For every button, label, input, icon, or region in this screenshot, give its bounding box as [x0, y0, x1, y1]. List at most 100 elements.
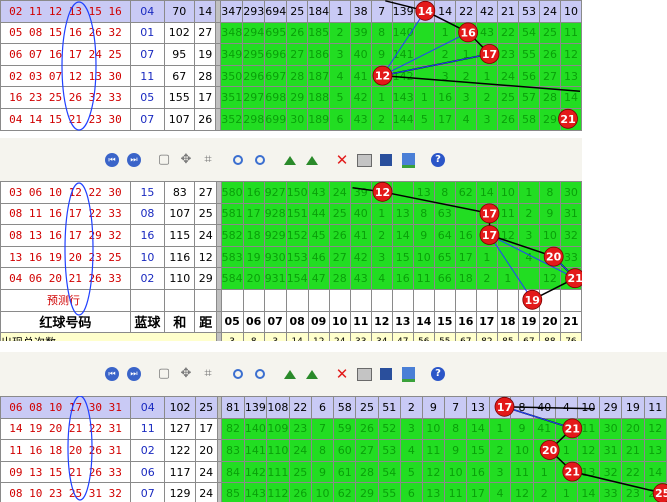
blue-number: 04 — [130, 396, 166, 419]
trend-cell: 9 — [444, 439, 468, 462]
trend-cell: 108 — [266, 396, 290, 419]
trend-cell: 186 — [307, 43, 331, 66]
trend-cell: 12 — [496, 224, 519, 247]
trend-cell: 28 — [355, 460, 379, 484]
print-icon[interactable] — [356, 366, 372, 382]
print-icon[interactable] — [356, 152, 372, 168]
trend-cell: 22 — [455, 0, 478, 23]
red-numbers: 09 13 15 21 26 33 — [0, 460, 132, 484]
trend-cell: 10 — [421, 417, 446, 441]
move-icon[interactable]: ✥ — [178, 366, 194, 382]
mountain-down-icon[interactable] — [304, 152, 320, 168]
predict-cell[interactable] — [391, 288, 414, 312]
save-icon[interactable] — [378, 366, 394, 382]
trend-cell: 352 — [220, 107, 244, 131]
predict-cell[interactable] — [412, 288, 435, 312]
red-label: 红球号码 — [0, 310, 131, 333]
trend-cell: 25 — [497, 86, 519, 109]
chart-icon[interactable] — [400, 152, 416, 168]
mountain-up-icon[interactable] — [282, 152, 298, 168]
trend-cell: 294 — [242, 21, 266, 45]
first-page-icon[interactable]: ⏮ — [104, 152, 120, 168]
sum-label: 和 — [164, 310, 196, 333]
help-icon[interactable]: ? — [430, 152, 446, 168]
trend-cell: 11 — [538, 245, 561, 269]
predict-cell[interactable] — [496, 288, 519, 312]
select-icon[interactable]: ▢ — [156, 152, 172, 168]
trend-chart-panel-2: 03 06 10 12 22 30 15 83 27 580 16 927 150 43 24 39… — [0, 181, 582, 341]
predict-label[interactable]: 预测行 — [0, 288, 131, 312]
save-icon[interactable] — [378, 152, 394, 168]
trend-cell: 29 — [599, 396, 623, 419]
select-icon-glyph: ▢ — [157, 152, 171, 167]
predict-cell[interactable] — [307, 288, 330, 312]
trend-cell: 31 — [599, 439, 623, 462]
zoom-out-icon[interactable] — [252, 152, 268, 168]
trend-cell: 1 — [329, 0, 351, 23]
brush-icon[interactable]: ⌗ — [200, 366, 216, 382]
trend-cell: 11 — [496, 202, 519, 226]
predict-cell[interactable] — [517, 288, 540, 312]
sum-value: 116 — [164, 245, 196, 269]
predict-cell[interactable] — [328, 288, 351, 312]
mountain-down-icon[interactable] — [304, 366, 320, 382]
trend-cell: 142 — [243, 460, 268, 484]
predict-cell[interactable] — [349, 288, 372, 312]
trend-cell: 5 — [329, 86, 351, 109]
predict-cell[interactable] — [242, 288, 265, 312]
last-page-icon[interactable]: ⏭ — [126, 152, 142, 168]
trend-cell: 42 — [349, 245, 372, 269]
trend-cell: 583 — [220, 245, 244, 269]
total-value: 67 — [454, 331, 477, 341]
predict-cell[interactable] — [538, 288, 561, 312]
sum-value: 115 — [164, 224, 196, 247]
first-page-icon[interactable]: ⏮ — [104, 366, 120, 382]
select-icon[interactable]: ▢ — [156, 366, 172, 382]
zoom-in-icon[interactable] — [230, 152, 246, 168]
trend-cell: 28 — [538, 86, 561, 109]
predict-cell[interactable] — [285, 288, 309, 312]
trend-cell: 29 — [538, 107, 561, 131]
trend-cell: 11 — [643, 396, 667, 419]
trend-cell: 144 — [391, 107, 415, 131]
brush-icon[interactable]: ⌗ — [200, 152, 216, 168]
column-labels-row: 红球号码 蓝球和距 05 06 07 08 09 10 11 12 13 14 15 16 17 18 19 20… — [0, 310, 582, 333]
zoom-out-icon[interactable] — [252, 366, 268, 382]
trend-cell — [554, 417, 578, 441]
trend-cell: 143 — [391, 86, 415, 109]
predict-cell[interactable] — [370, 288, 393, 312]
trend-cell: 20 — [621, 417, 645, 441]
trend-cell — [475, 224, 498, 247]
sum-value: 127 — [164, 417, 196, 441]
trend-cell: 348 — [220, 21, 244, 45]
trend-cell: 8 — [444, 417, 468, 441]
predict-cell[interactable] — [454, 288, 477, 312]
trend-chart-panel-1: 02 11 12 13 15 16 04 70 14 347 293 694 25 184 1 38… — [0, 0, 582, 132]
trend-cell: 695 — [264, 21, 288, 45]
predict-cell[interactable] — [475, 288, 498, 312]
trend-cell: 14 — [576, 482, 601, 502]
chart-icon[interactable] — [400, 366, 416, 382]
mountain-up-icon[interactable] — [282, 366, 298, 382]
trend-table-1: 02 11 12 13 15 16 04 70 14 347 293 694 25 184 1 38… — [0, 0, 582, 131]
trend-cell: 19 — [621, 396, 645, 419]
predict-cell[interactable] — [433, 288, 456, 312]
predict-cell[interactable] — [263, 288, 287, 312]
help-icon[interactable]: ? — [430, 366, 446, 382]
draw-row: 09 13 15 21 26 33 06 117 24 84 142 111 25 9 61 28 5… — [0, 460, 667, 484]
delete-icon[interactable]: ✕ — [334, 152, 350, 168]
trend-cell: 11 — [444, 482, 468, 502]
predict-cell[interactable] — [220, 288, 244, 312]
zoom-in-icon[interactable] — [230, 366, 246, 382]
trend-cell: 11 — [510, 460, 534, 484]
trend-cell — [532, 439, 556, 462]
predict-cell[interactable] — [559, 288, 582, 312]
move-icon[interactable]: ✥ — [178, 152, 194, 168]
trend-cell: 2 — [434, 43, 457, 66]
trend-cell: 42 — [476, 0, 499, 23]
trend-cell — [413, 64, 436, 88]
last-page-icon[interactable]: ⏭ — [126, 366, 142, 382]
trend-cell: 29 — [355, 482, 379, 502]
delete-icon[interactable]: ✕ — [334, 366, 350, 382]
total-value: 67 — [517, 331, 540, 341]
